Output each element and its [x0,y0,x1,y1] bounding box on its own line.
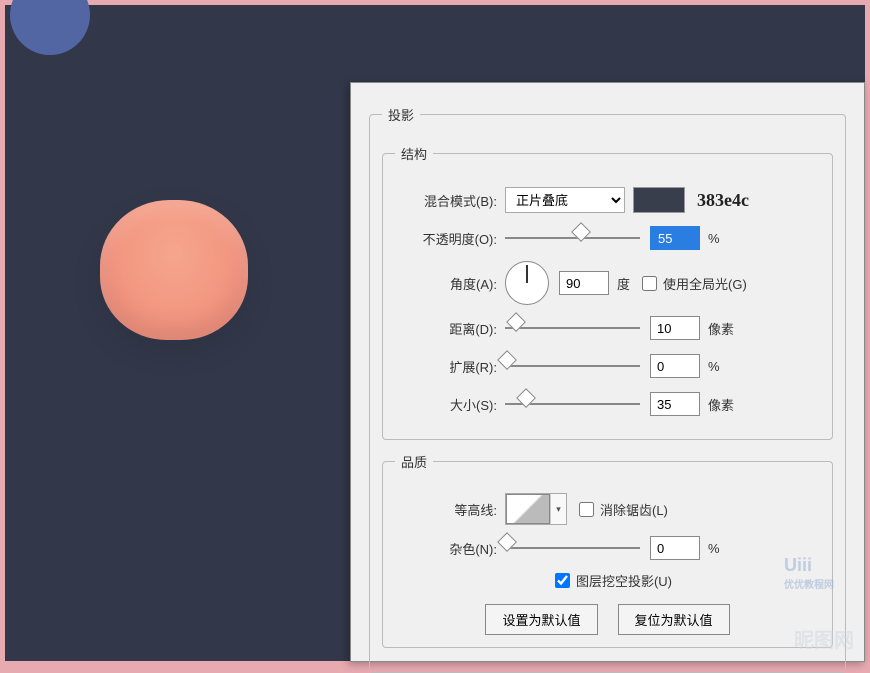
opacity-slider[interactable] [505,228,640,248]
chevron-down-icon: ▾ [550,494,566,524]
global-light-label: 使用全局光(G) [663,274,747,293]
angle-input[interactable] [559,271,609,295]
size-label: 大小(S): [395,395,505,414]
spread-input[interactable] [650,354,700,378]
size-unit: 像素 [708,395,734,414]
antialias-checkbox[interactable] [579,502,594,517]
angle-row: 角度(A): 度 使用全局光(G) [395,261,820,305]
blend-mode-label: 混合模式(B): [395,191,505,210]
watermark-nipic: 昵图网 [794,624,854,653]
noise-row: 杂色(N): % [395,533,820,563]
global-light-checkbox[interactable] [642,276,657,291]
knockout-row: 图层挖空投影(U) [395,571,820,590]
antialias-checkbox-wrap[interactable]: 消除锯齿(L) [579,500,668,519]
pink-blob-shape [100,200,248,340]
global-light-checkbox-wrap[interactable]: 使用全局光(G) [642,274,747,293]
contour-swatch-icon [506,494,550,524]
noise-input[interactable] [650,536,700,560]
quality-fieldset: 品质 等高线: ▾ 消除锯齿(L) 杂色(N): % [382,452,833,648]
distance-row: 距离(D): 像素 [395,313,820,343]
structure-fieldset: 结构 混合模式(B): 正片叠底 383e4c 不透明度(O): % 角 [382,144,833,440]
panel-title: 投影 [382,105,420,124]
opacity-label: 不透明度(O): [395,229,505,248]
knockout-label: 图层挖空投影(U) [576,571,672,590]
angle-dial[interactable] [505,261,549,305]
color-hex-annotation: 383e4c [697,190,749,211]
antialias-label: 消除锯齿(L) [600,500,668,519]
size-slider[interactable] [505,394,640,414]
blend-mode-row: 混合模式(B): 正片叠底 383e4c [395,185,820,215]
knockout-checkbox[interactable] [555,573,570,588]
distance-input[interactable] [650,316,700,340]
noise-slider[interactable] [505,538,640,558]
knockout-checkbox-wrap[interactable]: 图层挖空投影(U) [555,571,672,590]
blend-mode-select[interactable]: 正片叠底 [505,187,625,213]
distance-unit: 像素 [708,319,734,338]
blue-shape [10,0,90,55]
contour-row: 等高线: ▾ 消除锯齿(L) [395,493,820,525]
drop-shadow-fieldset: 投影 结构 混合模式(B): 正片叠底 383e4c 不透明度(O): % [369,105,846,673]
spread-slider[interactable] [505,356,640,376]
noise-label: 杂色(N): [395,539,505,558]
spread-unit: % [708,359,720,374]
set-default-button[interactable]: 设置为默认值 [485,604,597,635]
opacity-input[interactable] [650,226,700,250]
opacity-row: 不透明度(O): % [395,223,820,253]
contour-label: 等高线: [395,500,505,519]
angle-label: 角度(A): [395,274,505,293]
noise-unit: % [708,541,720,556]
opacity-unit: % [708,231,720,246]
distance-label: 距离(D): [395,319,505,338]
size-input[interactable] [650,392,700,416]
shadow-color-swatch[interactable] [633,187,685,213]
structure-title: 结构 [395,144,433,163]
spread-row: 扩展(R): % [395,351,820,381]
watermark-uiii: Uiii 优优教程网 [784,555,834,591]
quality-title: 品质 [395,452,433,471]
distance-slider[interactable] [505,318,640,338]
spread-label: 扩展(R): [395,357,505,376]
default-buttons-row: 设置为默认值 复位为默认值 [395,604,820,635]
angle-needle-icon [526,265,528,283]
size-row: 大小(S): 像素 [395,389,820,419]
reset-default-button[interactable]: 复位为默认值 [618,604,730,635]
drop-shadow-dialog: 投影 结构 混合模式(B): 正片叠底 383e4c 不透明度(O): % [350,82,865,662]
angle-unit: 度 [617,274,630,293]
contour-picker[interactable]: ▾ [505,493,567,525]
